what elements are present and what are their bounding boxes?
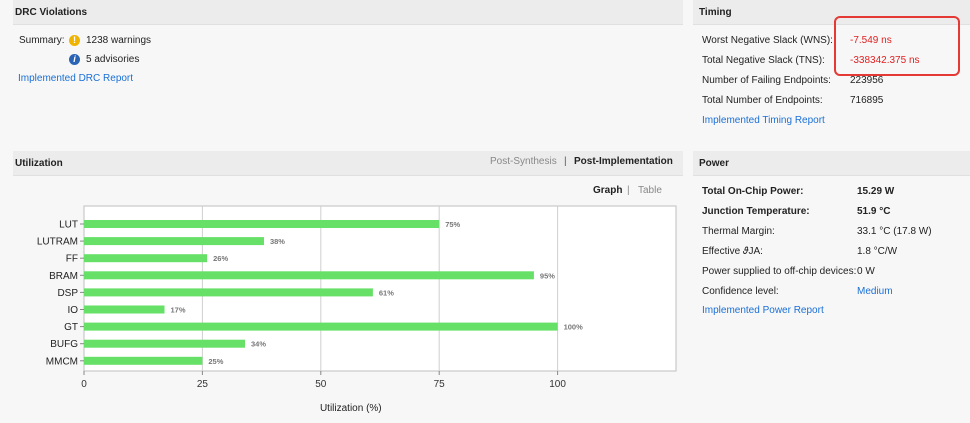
x-tick-label: 50 [315,379,327,390]
utilization-panel: Utilization Post-Synthesis | Post-Implem… [13,151,683,423]
utilization-bar [84,288,373,297]
bar-value-label: 95% [540,271,555,280]
utilization-bar [84,322,558,331]
drc-summary-label: Summary: [19,35,65,46]
timing-row-label: Number of Failing Endpoints: [702,75,831,86]
power-report-link[interactable]: Implemented Power Report [702,305,824,316]
timing-panel-title: Timing [699,7,732,18]
category-label: GT [64,322,78,333]
drc-advisories-count: 5 advisories [86,54,140,65]
drc-warnings-count: 1238 warnings [86,35,152,46]
power-panel-title: Power [699,158,730,169]
category-label: LUT [59,220,78,231]
power-panel: Power Total On-Chip Power: 15.29 W Junctio… [693,151,970,423]
category-label: MMCM [46,356,78,367]
timing-row-label: Total Number of Endpoints: [702,95,823,106]
power-row-value: 15.29 W [857,186,895,197]
utilization-bar [84,339,246,348]
power-row-value: 0 W [857,266,875,277]
bar-value-label: 34% [251,340,266,349]
power-row-label: Effective 𝜗JA: [702,246,763,257]
utilization-bar [84,305,165,314]
power-row-label: Junction Temperature: [702,206,810,217]
confidence-level-link[interactable]: Medium [857,286,893,297]
category-label: BUFG [50,339,78,350]
drc-panel-header: DRC Violations [13,0,683,25]
x-axis-title: Utilization (%) [320,403,382,414]
timing-panel: Timing Worst Negative Slack (WNS): -7.549… [693,0,970,142]
bar-value-label: 17% [171,306,186,315]
drc-violations-panel: DRC Violations Summary: ! 1238 warnings … [13,0,683,142]
bar-value-label: 100% [564,323,584,332]
x-tick-label: 75 [434,379,446,390]
bar-value-label: 38% [270,237,285,246]
timing-row-value: 716895 [850,95,884,106]
category-label: DSP [57,288,78,299]
bar-value-label: 61% [379,288,394,297]
bar-value-label: 75% [445,220,460,229]
x-tick-label: 25 [197,379,209,390]
warning-icon: ! [69,35,80,46]
x-tick-label: 0 [81,379,87,390]
power-row-value: 51.9 °C [857,206,891,217]
power-row-label: Total On-Chip Power: [702,186,804,197]
utilization-bar [84,356,203,365]
power-row-label: Power supplied to off-chip devices: [702,266,857,277]
power-row-value: 33.1 °C (17.8 W) [857,226,932,237]
wns-tns-highlight-box [834,16,960,76]
utilization-bar [84,271,534,280]
category-label: IO [67,305,78,316]
timing-row-label: Worst Negative Slack (WNS): [702,35,833,46]
category-label: BRAM [49,271,78,282]
power-row-label: Confidence level: [702,286,779,297]
bar-value-label: 26% [213,254,228,263]
utilization-bar [84,254,208,263]
drc-report-link[interactable]: Implemented DRC Report [18,73,133,84]
x-tick-label: 100 [549,379,566,390]
category-label: FF [66,254,78,265]
utilization-bar [84,237,264,246]
power-row-value: 1.8 °C/W [857,246,898,257]
power-row-label: Thermal Margin: [702,226,775,237]
bar-value-label: 25% [208,357,223,366]
category-label: LUTRAM [37,237,78,248]
utilization-bar [84,220,440,228]
timing-row-label: Total Negative Slack (TNS): [702,55,825,66]
power-panel-header: Power [693,151,970,176]
timing-report-link[interactable]: Implemented Timing Report [702,115,825,126]
drc-panel-title: DRC Violations [15,7,88,18]
info-icon: i [69,54,80,65]
utilization-bar-chart: 0 25 50 75 100 LUT 75% LUTRAM 38% FF 26% BRAM 95% DSP… [37,205,677,414]
timing-row-value: 223956 [850,75,884,86]
